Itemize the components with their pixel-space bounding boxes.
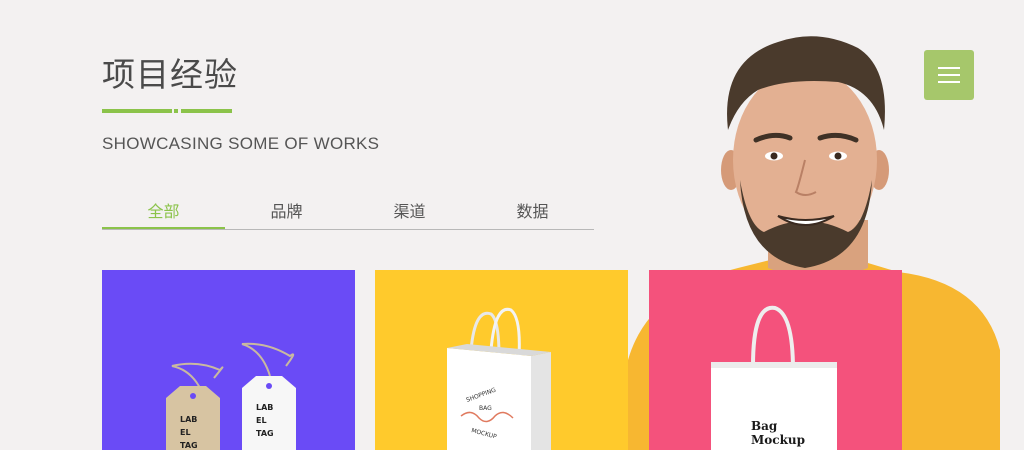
shopping-bag-mockup-image: SHOPPING BAG MOCKUP	[375, 270, 628, 450]
menu-button[interactable]	[924, 50, 974, 100]
title-underline	[102, 109, 232, 113]
tag-1-line-2: EL	[180, 428, 191, 437]
tab-all[interactable]: 全部	[102, 198, 225, 229]
hamburger-icon	[938, 67, 960, 83]
tag-2-line-1: LAB	[256, 403, 273, 412]
portfolio-card-label-tags[interactable]: LAB EL TAG LAB EL TAG	[102, 270, 355, 450]
bag-title-line-1: Bag	[751, 419, 778, 433]
tag-2-line-3: TAG	[256, 429, 274, 438]
tag-1-line-1: LAB	[180, 415, 197, 424]
label-tag-mockup-image: LAB EL TAG LAB EL TAG	[102, 270, 355, 450]
tag-1-line-3: TAG	[180, 441, 198, 450]
tab-data[interactable]: 数据	[471, 198, 594, 229]
portfolio-card-shopping-bag[interactable]: SHOPPING BAG MOCKUP	[375, 270, 628, 450]
tab-brand[interactable]: 品牌	[225, 198, 348, 229]
bag-mockup-image: Bag Mockup	[649, 270, 902, 450]
bag-text-2: BAG	[479, 405, 492, 412]
section-title: 项目经验	[102, 55, 238, 94]
tag-2-line-2: EL	[256, 416, 267, 425]
bag-title-line-2: Mockup	[751, 433, 805, 447]
filter-tabs: 全部 品牌 渠道 数据	[102, 198, 594, 230]
section-subtitle: SHOWCASING SOME OF WORKS	[102, 134, 380, 153]
portfolio-card-bag-mockup[interactable]: Bag Mockup	[649, 270, 902, 450]
tab-channel[interactable]: 渠道	[348, 198, 471, 229]
